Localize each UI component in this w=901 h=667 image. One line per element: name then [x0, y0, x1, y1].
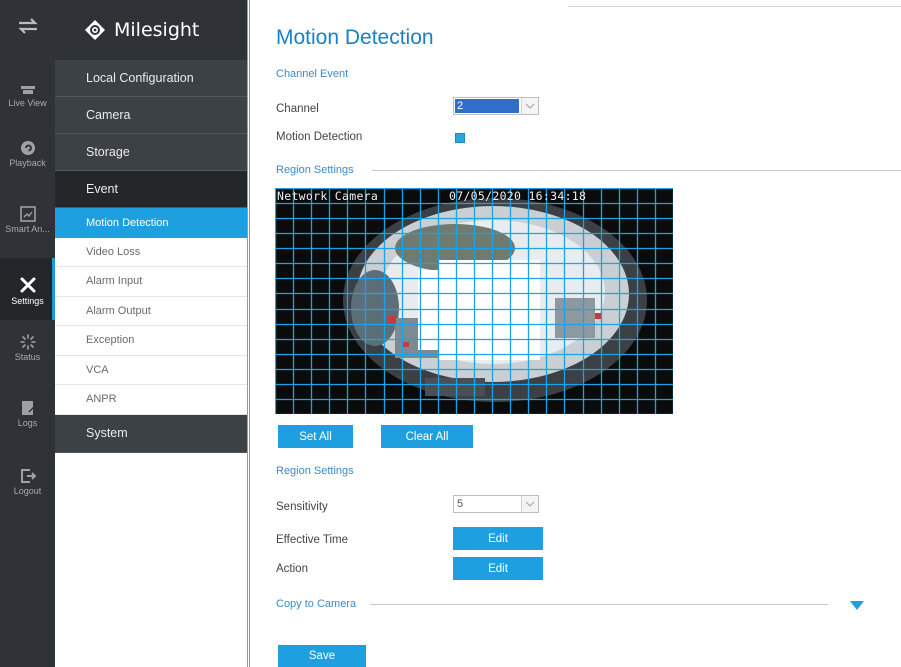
channel-select[interactable]: 2 — [453, 97, 539, 115]
rail-item-playback[interactable]: Playback — [0, 138, 55, 182]
settings-tools-icon — [20, 277, 35, 293]
section-copy-to-camera: Copy to Camera — [276, 598, 357, 610]
osd-timestamp: 07/05/2020 16:34:18 — [449, 189, 587, 203]
settings-menu: Milesight Local Configuration Camera Sto… — [55, 0, 247, 667]
effective-time-edit-button[interactable]: Edit — [453, 527, 543, 550]
menu-event-alarm-output[interactable]: Alarm Output — [55, 296, 247, 326]
brand-bar: Milesight — [55, 0, 247, 60]
menu-camera[interactable]: Camera — [55, 97, 247, 134]
motion-detection-checkbox[interactable] — [455, 133, 465, 143]
logs-icon — [21, 401, 35, 415]
sensitivity-select-value: 5 — [457, 498, 464, 510]
clear-all-button[interactable]: Clear All — [381, 425, 473, 448]
menu-local-configuration[interactable]: Local Configuration — [55, 60, 247, 97]
rail-item-toggle[interactable] — [0, 18, 55, 58]
set-all-button[interactable]: Set All — [278, 425, 353, 448]
sensitivity-select[interactable]: 5 — [453, 495, 539, 513]
rail-label-live-view: Live View — [8, 98, 47, 108]
menu-event[interactable]: Event — [55, 171, 247, 208]
section-region-settings-2: Region Settings — [276, 465, 354, 477]
menu-event-exception[interactable]: Exception — [55, 326, 247, 356]
copy-to-camera-rule — [370, 604, 828, 605]
menu-event-vca[interactable]: VCA — [55, 355, 247, 385]
rail-label-playback: Playback — [9, 158, 46, 168]
rail-label-settings: Settings — [11, 296, 44, 306]
detection-grid-overlay[interactable] — [275, 188, 673, 414]
chevron-down-icon — [521, 496, 538, 512]
rail-item-live-view[interactable]: Live View — [0, 80, 55, 120]
action-edit-button[interactable]: Edit — [453, 557, 543, 580]
chevron-down-icon — [521, 98, 538, 114]
swap-arrows-icon — [17, 18, 38, 34]
channel-label: Channel — [276, 103, 319, 115]
menu-event-video-loss[interactable]: Video Loss — [55, 237, 247, 267]
status-spinner-icon — [19, 334, 36, 350]
main-panel: Motion Detection Channel Event Channel 2… — [250, 0, 901, 667]
channel-select-value: 2 — [455, 99, 519, 113]
rail-label-status: Status — [14, 352, 41, 362]
sensitivity-label: Sensitivity — [276, 501, 328, 513]
menu-system[interactable]: System — [55, 414, 247, 453]
action-label: Action — [276, 563, 308, 575]
rail-item-logs[interactable]: Logs — [0, 400, 55, 444]
save-button[interactable]: Save — [278, 645, 366, 667]
top-rule — [568, 6, 901, 7]
expand-triangle-icon[interactable] — [850, 601, 864, 610]
menu-event-alarm-input[interactable]: Alarm Input — [55, 267, 247, 297]
rail-item-smart-analysis[interactable]: Smart An... — [0, 204, 55, 248]
live-view-icon — [20, 86, 35, 94]
camera-preview-grid[interactable]: Network Camera 07/05/2020 16:34:18 — [275, 188, 673, 414]
motion-detection-label: Motion Detection — [276, 131, 363, 143]
rail-item-status[interactable]: Status — [0, 334, 55, 378]
rail-item-settings[interactable]: Settings — [0, 258, 55, 320]
section-region-settings: Region Settings — [276, 164, 354, 176]
brand-name: Milesight — [114, 19, 200, 41]
milesight-logo-icon — [85, 20, 105, 40]
rail-label-logs: Logs — [17, 418, 38, 428]
rail-item-logout[interactable]: Logout — [0, 468, 55, 512]
logout-icon — [20, 469, 36, 483]
page-title: Motion Detection — [276, 26, 434, 49]
menu-storage[interactable]: Storage — [55, 134, 247, 171]
menu-event-motion-detection[interactable]: Motion Detection — [55, 208, 247, 238]
icon-rail: Live View Playback Smart An... Settings … — [0, 0, 55, 667]
rail-label-logout: Logout — [13, 486, 42, 496]
playback-icon — [20, 141, 35, 155]
menu-event-anpr[interactable]: ANPR — [55, 385, 247, 415]
smart-analysis-icon — [19, 206, 36, 222]
rail-label-smart-analysis: Smart An... — [5, 224, 50, 234]
osd-camera-name: Network Camera — [277, 189, 379, 203]
region-settings-rule — [372, 170, 901, 171]
effective-time-label: Effective Time — [276, 534, 349, 546]
section-channel-event: Channel Event — [276, 68, 349, 80]
